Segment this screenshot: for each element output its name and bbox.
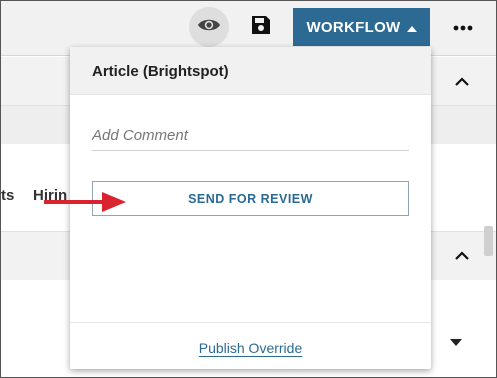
send-for-review-button[interactable]: SEND FOR REVIEW [92, 181, 409, 216]
annotation-arrow-icon [44, 192, 126, 212]
preview-button[interactable] [189, 7, 229, 47]
workflow-button[interactable]: WORKFLOW [293, 8, 430, 46]
save-icon [251, 15, 271, 40]
workflow-label: WORKFLOW [306, 18, 401, 36]
panel-footer: Publish Override [70, 322, 431, 370]
more-options-button[interactable] [446, 14, 480, 40]
comment-input[interactable] [92, 120, 409, 150]
chevron-up-icon[interactable] [452, 71, 472, 91]
send-for-review-label: SEND FOR REVIEW [188, 191, 313, 206]
comment-field[interactable] [92, 120, 409, 151]
chevron-up-icon[interactable] [452, 245, 472, 265]
scrollbar-thumb[interactable] [484, 226, 493, 256]
panel-title: Article (Brightspot) [92, 63, 229, 80]
background-tab-partial[interactable]: ts [1, 187, 14, 204]
panel-header: Article (Brightspot) [70, 47, 431, 95]
more-icon [453, 18, 473, 36]
publish-override-link[interactable]: Publish Override [70, 340, 431, 356]
save-button[interactable] [246, 11, 276, 43]
select-caret-down-icon[interactable] [450, 339, 462, 346]
caret-up-icon [406, 19, 417, 36]
eye-icon [197, 17, 221, 38]
